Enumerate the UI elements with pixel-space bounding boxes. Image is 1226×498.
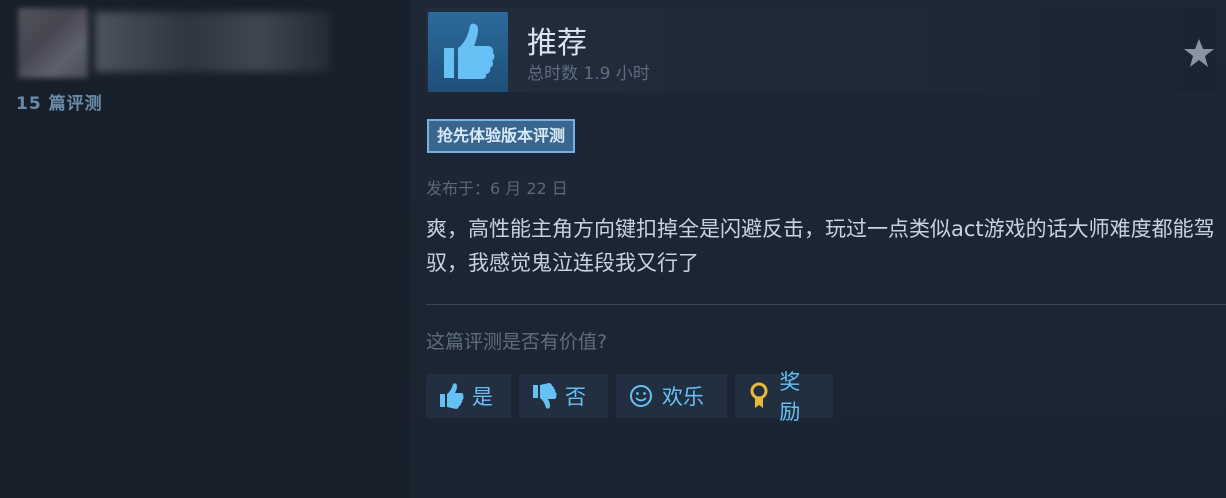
vote-no-label: 否 xyxy=(565,385,586,409)
early-access-badge: 抢先体验版本评测 xyxy=(427,119,576,153)
vote-no-button[interactable]: 否 xyxy=(519,374,608,418)
vote-funny-label: 欢乐 xyxy=(662,385,704,409)
thumbs-down-icon xyxy=(529,381,559,411)
vote-yes-button[interactable]: 是 xyxy=(426,374,511,418)
divider xyxy=(426,304,1226,305)
helpful-question: 这篇评测是否有价值? xyxy=(426,331,608,353)
smiley-icon xyxy=(626,381,656,411)
award-label: 奖励 xyxy=(779,370,801,424)
verdict-title: 推荐 xyxy=(527,26,587,61)
review-count-link[interactable]: 15 篇评测 xyxy=(16,89,103,114)
avatar[interactable] xyxy=(18,8,88,78)
reviewer-name-blurred[interactable] xyxy=(95,12,330,72)
award-ribbon-icon xyxy=(745,381,773,411)
posted-date: 发布于：6 月 22 日 xyxy=(426,179,568,198)
vote-yes-label: 是 xyxy=(472,385,493,409)
review-body: 爽，高性能主角方向键扣掉全是闪避反击，玩过一点类似act游戏的话大师难度都能驾驭… xyxy=(426,217,1215,275)
verdict-thumbs-up-icon xyxy=(428,12,508,92)
reviewer-panel: 15 篇评测 xyxy=(0,0,410,498)
star-icon[interactable] xyxy=(1182,36,1216,70)
thumbs-up-icon xyxy=(436,381,466,411)
award-button[interactable]: 奖励 xyxy=(735,370,833,424)
vote-funny-button[interactable]: 欢乐 xyxy=(616,374,727,418)
feedback-buttons: 是 否 欢乐 奖励 xyxy=(426,370,833,424)
playtime: 总时数 1.9 小时 xyxy=(527,64,650,84)
review-panel: 推荐 总时数 1.9 小时 抢先体验版本评测 发布于：6 月 22 日 爽，高性… xyxy=(410,0,1226,498)
